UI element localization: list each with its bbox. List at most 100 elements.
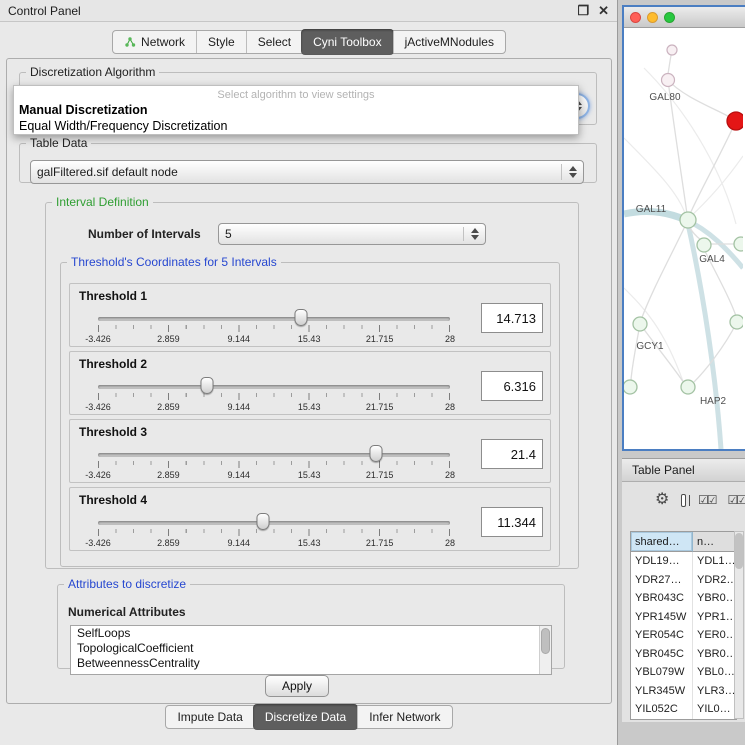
node[interactable] <box>662 74 675 87</box>
node[interactable] <box>667 45 677 55</box>
tab-style[interactable]: Style <box>196 31 246 53</box>
network-canvas[interactable]: GAL80 GAL11 GAL4 GCY1 HAP2 <box>624 28 745 449</box>
tab-select[interactable]: Select <box>246 31 302 53</box>
node[interactable] <box>730 315 743 329</box>
slider-track[interactable] <box>98 317 450 321</box>
network-view-window: GAL80 GAL11 GAL4 GCY1 HAP2 <box>622 5 745 451</box>
numerical-attributes-label: Numerical Attributes <box>68 605 186 619</box>
table-row[interactable]: YBR045CYBR0… <box>631 645 736 664</box>
node[interactable] <box>697 238 711 252</box>
slider-major-ticks <box>98 529 450 536</box>
tab-cyni-toolbox[interactable]: Cyni Toolbox <box>301 29 393 55</box>
slider-thumb[interactable] <box>201 377 214 394</box>
num-intervals-value: 5 <box>225 227 232 241</box>
table-data-group: Table Data galFiltered.sif default node <box>19 136 597 183</box>
columns-icon[interactable] <box>681 494 686 507</box>
slider-major-ticks <box>98 393 450 400</box>
column-header-shared-name[interactable]: shared… <box>631 532 693 552</box>
list-item[interactable]: SelfLoops <box>71 626 551 641</box>
gear-icon[interactable]: ⚙ <box>655 492 669 508</box>
node[interactable] <box>633 317 647 331</box>
network-icon <box>124 36 136 48</box>
slider-track[interactable] <box>98 453 450 457</box>
zoom-traffic-light-icon[interactable] <box>664 12 675 23</box>
attributes-listbox[interactable]: SelfLoops TopologicalCoefficient Between… <box>70 625 552 675</box>
combo-stepper-icon <box>561 164 577 179</box>
slider-major-ticks <box>98 325 450 332</box>
dropdown-option-manual[interactable]: Manual Discretization <box>17 102 575 118</box>
table-panel-title: Table Panel <box>632 463 695 477</box>
table-row[interactable]: YDR27…YDR2… <box>631 571 736 590</box>
table-data-combobox[interactable]: galFiltered.sif default node <box>30 160 584 184</box>
float-window-icon[interactable]: ❐ <box>577 3 589 19</box>
attributes-group: Attributes to discretize Numerical Attri… <box>57 577 565 669</box>
node-label: GAL11 <box>636 204 667 215</box>
table-scrollbar[interactable] <box>734 531 744 719</box>
interval-definition-group: Interval Definition Number of Intervals … <box>45 195 579 569</box>
table-row[interactable]: YBR043CYBR0… <box>631 589 736 608</box>
node[interactable] <box>734 237 743 251</box>
control-panel-window: Control Panel ❐ ✕ Network Style Select C… <box>0 0 618 745</box>
threshold-3-panel: Threshold 3 -3.426 2.859 9.144 15.43 21.… <box>69 419 551 483</box>
list-scrollbar[interactable] <box>539 626 551 674</box>
dropdown-placeholder: Select algorithm to view settings <box>17 88 575 102</box>
tab-infer-network[interactable]: Infer Network <box>357 706 451 728</box>
table-row[interactable]: YBL079WYBL0… <box>631 663 736 682</box>
slider-major-ticks <box>98 461 450 468</box>
select-all-columns-icon[interactable]: ☑☑ <box>698 494 716 506</box>
slider-thumb[interactable] <box>295 309 308 326</box>
threshold-4-panel: Threshold 4 -3.426 2.859 9.144 15.43 21.… <box>69 487 551 551</box>
control-panel-titlebar: Control Panel ❐ ✕ <box>0 0 617 22</box>
table-row[interactable]: YPR145WYPR1… <box>631 608 736 627</box>
slider-thumb[interactable] <box>257 513 270 530</box>
minimize-traffic-light-icon[interactable] <box>647 12 658 23</box>
tab-discretize-data[interactable]: Discretize Data <box>253 704 358 730</box>
table-row[interactable]: YDL19…YDL1… <box>631 552 736 571</box>
table-data-value: galFiltered.sif default node <box>37 165 178 179</box>
threshold-1-value-field[interactable]: 14.713 <box>481 303 543 333</box>
threshold-1-slider[interactable]: -3.426 2.859 9.144 15.43 21.715 28 <box>80 308 466 346</box>
node[interactable] <box>680 212 696 228</box>
apply-button[interactable]: Apply <box>265 675 329 697</box>
num-intervals-combobox[interactable]: 5 <box>218 223 486 245</box>
cyni-toolbox-panel: Discretization Algorithm Select algorith… <box>6 58 612 704</box>
close-traffic-light-icon[interactable] <box>630 12 641 23</box>
group-title: Attributes to discretize <box>64 577 190 591</box>
network-window-titlebar <box>624 7 745 28</box>
group-title: Table Data <box>26 136 91 150</box>
table-row[interactable]: YER054CYER0… <box>631 626 736 645</box>
dropdown-option-equal-width[interactable]: Equal Width/Frequency Discretization <box>17 118 575 134</box>
threshold-3-value-field[interactable]: 21.4 <box>481 439 543 469</box>
num-intervals-label: Number of Intervals <box>88 227 201 241</box>
slider-track[interactable] <box>98 385 450 389</box>
tab-impute-data[interactable]: Impute Data <box>166 706 253 728</box>
algorithm-dropdown-popup: Select algorithm to view settings Manual… <box>13 85 579 135</box>
node[interactable] <box>624 380 637 394</box>
tab-jactivemnodules[interactable]: jActiveMNodules <box>393 31 505 53</box>
column-header-name[interactable]: n… <box>693 532 736 552</box>
threshold-2-slider[interactable]: -3.426 2.859 9.144 15.43 21.715 28 <box>80 376 466 414</box>
scrollbar-thumb[interactable] <box>541 628 550 654</box>
tab-network[interactable]: Network <box>113 31 196 53</box>
threshold-3-slider[interactable]: -3.426 2.859 9.144 15.43 21.715 28 <box>80 444 466 482</box>
network-graph[interactable]: GAL80 GAL11 GAL4 GCY1 HAP2 <box>624 28 743 449</box>
node[interactable] <box>681 380 695 394</box>
scrollbar-thumb[interactable] <box>735 533 743 569</box>
threshold-4-value-field[interactable]: 11.344 <box>481 507 543 537</box>
bottom-tab-strip: Impute Data Discretize Data Infer Networ… <box>0 705 618 729</box>
threshold-2-value-field[interactable]: 6.316 <box>481 371 543 401</box>
threshold-2-panel: Threshold 2 -3.426 2.859 9.144 15.43 21.… <box>69 351 551 415</box>
group-title: Interval Definition <box>52 195 153 209</box>
node-label: GCY1 <box>636 341 664 352</box>
table-row[interactable]: YIL052CYIL0… <box>631 700 736 719</box>
close-window-icon[interactable]: ✕ <box>598 3 609 19</box>
node-selected[interactable] <box>727 112 743 130</box>
slider-thumb[interactable] <box>370 445 383 462</box>
unselect-columns-icon[interactable]: ☑☑ <box>727 494 745 506</box>
threshold-4-slider[interactable]: -3.426 2.859 9.144 15.43 21.715 28 <box>80 512 466 550</box>
node-label: GAL80 <box>649 92 681 103</box>
list-item[interactable]: BetweennessCentrality <box>71 656 551 671</box>
table-row[interactable]: YLR345WYLR3… <box>631 682 736 701</box>
list-item[interactable]: TopologicalCoefficient <box>71 641 551 656</box>
slider-track[interactable] <box>98 521 450 525</box>
